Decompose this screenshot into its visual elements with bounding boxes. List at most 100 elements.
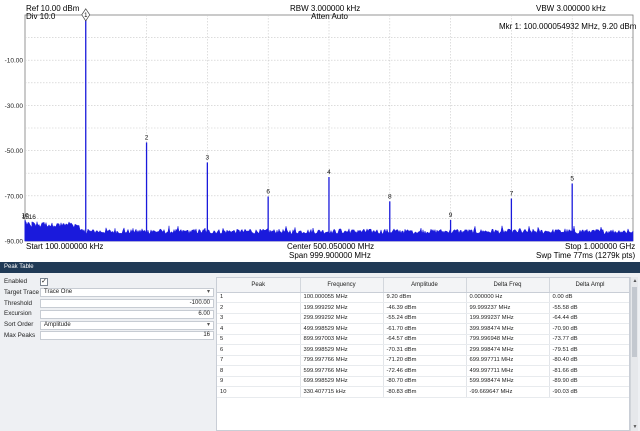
peak-settings: Enabled ✓ Target Trace Trace One Thresho…: [2, 277, 214, 342]
table-cell: 7: [217, 355, 301, 366]
column-header[interactable]: Delta Ampl: [549, 278, 629, 293]
table-cell: -64.57 dBm: [383, 334, 467, 345]
max-peaks-input[interactable]: 16: [40, 331, 214, 341]
peak-label: 2: [145, 134, 149, 141]
table-cell: -80.83 dBm: [383, 386, 467, 398]
column-header[interactable]: Frequency: [300, 278, 384, 293]
table-cell: 0.00 dB: [549, 292, 629, 303]
excursion-row: Excursion 6.00: [2, 309, 214, 320]
table-cell: -61.70 dBm: [383, 323, 467, 335]
threshold-input[interactable]: -100.00: [40, 299, 214, 309]
y-tick-label: -70.00: [5, 193, 24, 200]
threshold-label: Threshold: [4, 299, 33, 307]
table-cell: 4: [217, 323, 301, 335]
table-row[interactable]: 7 799.997766 MHz -71.20 dBm 699.997711 MHz -…: [217, 355, 629, 366]
table-row[interactable]: 10 330.407715 kHz -80.83 dBm -99.669647 MHz…: [217, 386, 629, 398]
table-row[interactable]: 8 599.997766 MHz -72.46 dBm 499.997711 MHz -…: [217, 365, 629, 377]
table-cell: 499.997711 MHz: [466, 365, 550, 377]
table-cell: -72.46 dBm: [383, 365, 467, 377]
threshold-row: Threshold -100.00: [2, 299, 214, 310]
scroll-down-icon[interactable]: ▼: [631, 424, 639, 430]
max-peaks-label: Max Peaks: [4, 331, 36, 339]
table-cell: 799.997766 MHz: [300, 355, 384, 366]
scroll-thumb[interactable]: [632, 287, 637, 357]
table-body: 1 100.000055 MHz 9.20 dBm 0.000000 Hz 0.00 d…: [217, 292, 629, 398]
y-tick-label: -50.00: [5, 148, 24, 155]
table-cell: -80.70 dBm: [383, 376, 467, 387]
table-header-row: Peak Frequency Amplitude Delta Freq Delta Am…: [217, 278, 629, 293]
column-header[interactable]: Peak: [217, 278, 301, 293]
marker-readout: Mkr 1: 100.000054932 MHz, 9.20 dBm: [499, 22, 637, 31]
table-cell: 499.998529 MHz: [300, 323, 384, 335]
table-cell: 599.997766 MHz: [300, 365, 384, 377]
table-cell: 699.998529 MHz: [300, 376, 384, 387]
scroll-up-icon[interactable]: ▲: [631, 278, 639, 284]
peak-label: 5: [570, 176, 574, 183]
table-cell: -64.44 dB: [549, 313, 629, 324]
excursion-input[interactable]: 6.00: [40, 309, 214, 319]
table-row[interactable]: 3 299.999292 MHz -55.24 dBm 199.999237 MHz -…: [217, 313, 629, 324]
table-cell: -79.51 dB: [549, 344, 629, 356]
table-row[interactable]: 1 100.000055 MHz 9.20 dBm 0.000000 Hz 0.00 d…: [217, 292, 629, 303]
y-tick-label: -10.00: [5, 58, 24, 65]
max-peaks-row: Max Peaks 16: [2, 331, 214, 342]
table-cell: 330.407715 kHz: [300, 386, 384, 398]
table-cell: 9: [217, 376, 301, 387]
enabled-row: Enabled ✓: [2, 277, 214, 288]
peak-label: 6: [266, 189, 270, 196]
table-cell: 899.997003 MHz: [300, 334, 384, 345]
peak-label: 4: [327, 169, 331, 176]
y-tick-label: -90.00: [5, 239, 24, 246]
enabled-label: Enabled: [4, 278, 28, 285]
table-cell: -80.40 dB: [549, 355, 629, 366]
table-row[interactable]: 9 699.998529 MHz -80.70 dBm 599.998474 MHz -…: [217, 376, 629, 387]
table-cell: 1: [217, 292, 301, 303]
table-cell: 2: [217, 302, 301, 314]
table-cell: 799.996948 MHz: [466, 334, 550, 345]
table-cell: -70.31 dBm: [383, 344, 467, 356]
sort-order-select[interactable]: Amplitude: [40, 320, 214, 330]
table-cell: -71.20 dBm: [383, 355, 467, 366]
start-freq-label: Start 100.000000 kHz: [26, 242, 104, 251]
table-cell: 5: [217, 334, 301, 345]
table-row[interactable]: 6 399.998529 MHz -70.31 dBm 299.998474 MHz -…: [217, 344, 629, 356]
table-cell: -89.90 dB: [549, 376, 629, 387]
table-cell: 399.998474 MHz: [466, 323, 550, 335]
table-cell: 299.999292 MHz: [300, 313, 384, 324]
table-cell: 8: [217, 365, 301, 377]
spectrum-plot[interactable]: -10.00-30.00-50.00-70.00-90.00 123456 789…: [0, 0, 640, 262]
peak-table-panel: Enabled ✓ Target Trace Trace One Thresho…: [0, 273, 640, 431]
target-trace-select[interactable]: Trace One: [40, 288, 214, 298]
table-row[interactable]: 2 199.999292 MHz -46.39 dBm 99.999237 MHz -5…: [217, 302, 629, 314]
sweep-time-label: Swp Time 77ms (1279k pts): [536, 251, 636, 260]
table-cell: 0.000000 Hz: [466, 292, 550, 303]
target-trace-label: Target Trace: [4, 288, 39, 296]
target-trace-row: Target Trace Trace One: [2, 288, 214, 299]
table-cell: -90.03 dB: [549, 386, 629, 398]
table-row[interactable]: 4 499.998529 MHz -61.70 dBm 399.998474 MHz -…: [217, 323, 629, 335]
span-label: Span 999.900000 MHz: [289, 251, 371, 260]
column-header[interactable]: Amplitude: [383, 278, 467, 293]
peak-label: 8: [388, 193, 392, 200]
table-cell: -46.39 dBm: [383, 302, 467, 314]
sort-order-row: Sort Order Amplitude: [2, 320, 214, 331]
table-scrollbar[interactable]: ▲ ▼: [630, 277, 638, 431]
table-cell: 299.998474 MHz: [466, 344, 550, 356]
vbw-label: VBW 3.000000 kHz: [536, 4, 606, 13]
atten-label: Atten Auto: [311, 12, 348, 21]
peak-table[interactable]: Peak Frequency Amplitude Delta Freq Delta Am…: [216, 277, 630, 431]
table-cell: 199.999237 MHz: [466, 313, 550, 324]
excursion-label: Excursion: [4, 310, 32, 318]
spectrum-display[interactable]: -10.00 -30.00 -50.00 -70.00 -90.00 123456789…: [0, 0, 640, 262]
stop-freq-label: Stop 1.000000 GHz: [565, 242, 636, 251]
table-cell: -81.66 dB: [549, 365, 629, 377]
sort-order-label: Sort Order: [4, 321, 34, 329]
table-cell: -70.90 dB: [549, 323, 629, 335]
table-cell: 699.997711 MHz: [466, 355, 550, 366]
enabled-checkbox[interactable]: ✓: [40, 278, 48, 286]
table-row[interactable]: 5 899.997003 MHz -64.57 dBm 799.996948 MHz -…: [217, 334, 629, 345]
table-cell: 3: [217, 313, 301, 324]
peak-label: 7: [510, 191, 514, 198]
column-header[interactable]: Delta Freq: [466, 278, 550, 293]
peak-label: 9: [449, 212, 453, 219]
